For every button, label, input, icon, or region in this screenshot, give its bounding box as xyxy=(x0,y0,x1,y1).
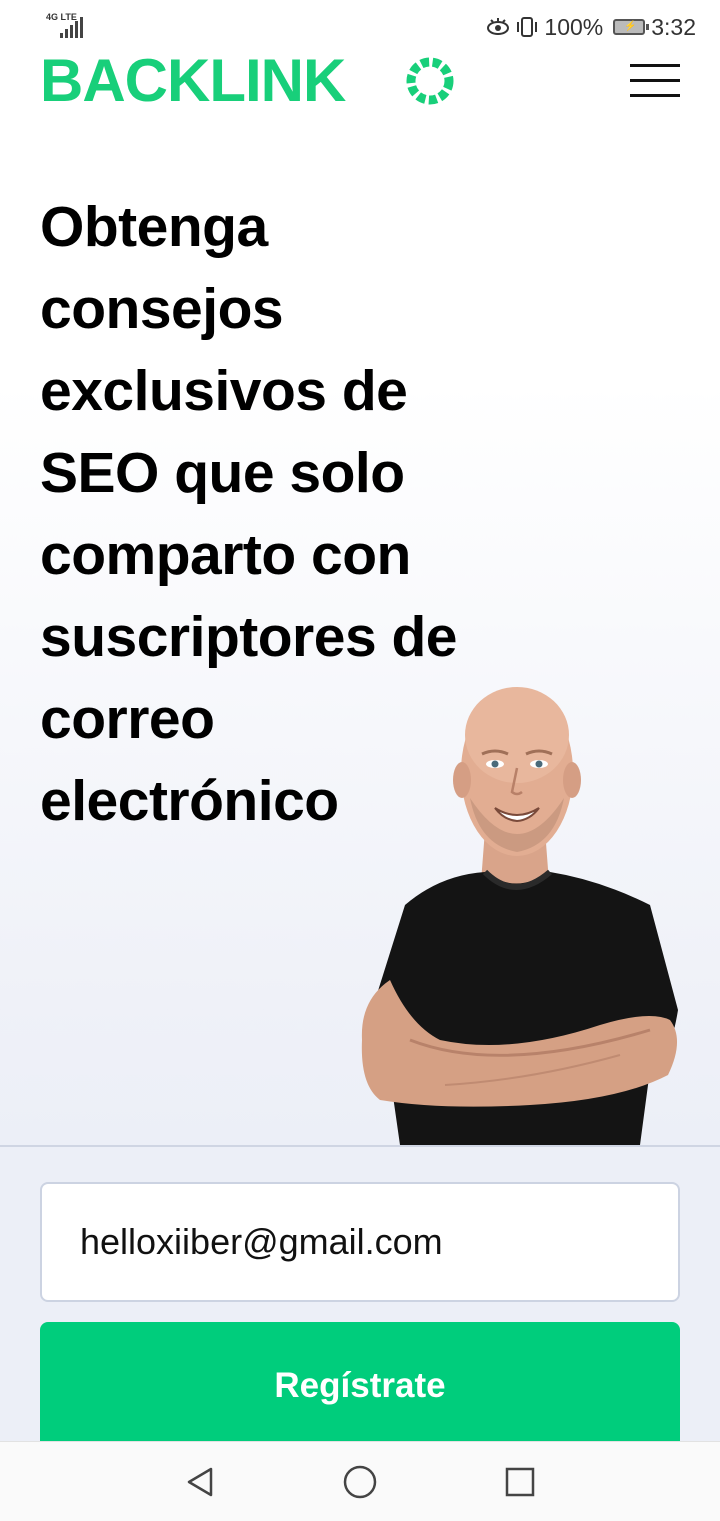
author-photo xyxy=(361,687,678,1145)
signup-button[interactable]: Regístrate xyxy=(40,1322,680,1450)
status-bar: 4G LTE 100% ⚡ 3:32 xyxy=(0,0,720,52)
clock: 3:32 xyxy=(651,13,696,40)
recents-square-icon[interactable] xyxy=(490,1460,550,1504)
battery-percent: 100% xyxy=(544,13,604,40)
email-field[interactable] xyxy=(40,1182,680,1302)
battery-charging-icon: ⚡ xyxy=(613,19,650,35)
backlinko-logo[interactable]: BACKLINK xyxy=(40,47,454,114)
system-nav-bar xyxy=(0,1441,720,1521)
hamburger-menu-icon[interactable] xyxy=(630,64,682,98)
back-triangle-icon[interactable] xyxy=(170,1460,230,1504)
home-circle-icon[interactable] xyxy=(330,1460,390,1504)
logo-o-ring-icon xyxy=(406,57,454,105)
logo-text: BACKLINK xyxy=(40,47,346,114)
status-indicators: 100% ⚡ 3:32 xyxy=(486,12,696,42)
eye-comfort-icon xyxy=(487,18,510,35)
signal-strength-icon: 4G LTE xyxy=(46,12,94,40)
vibrate-icon xyxy=(517,17,538,37)
